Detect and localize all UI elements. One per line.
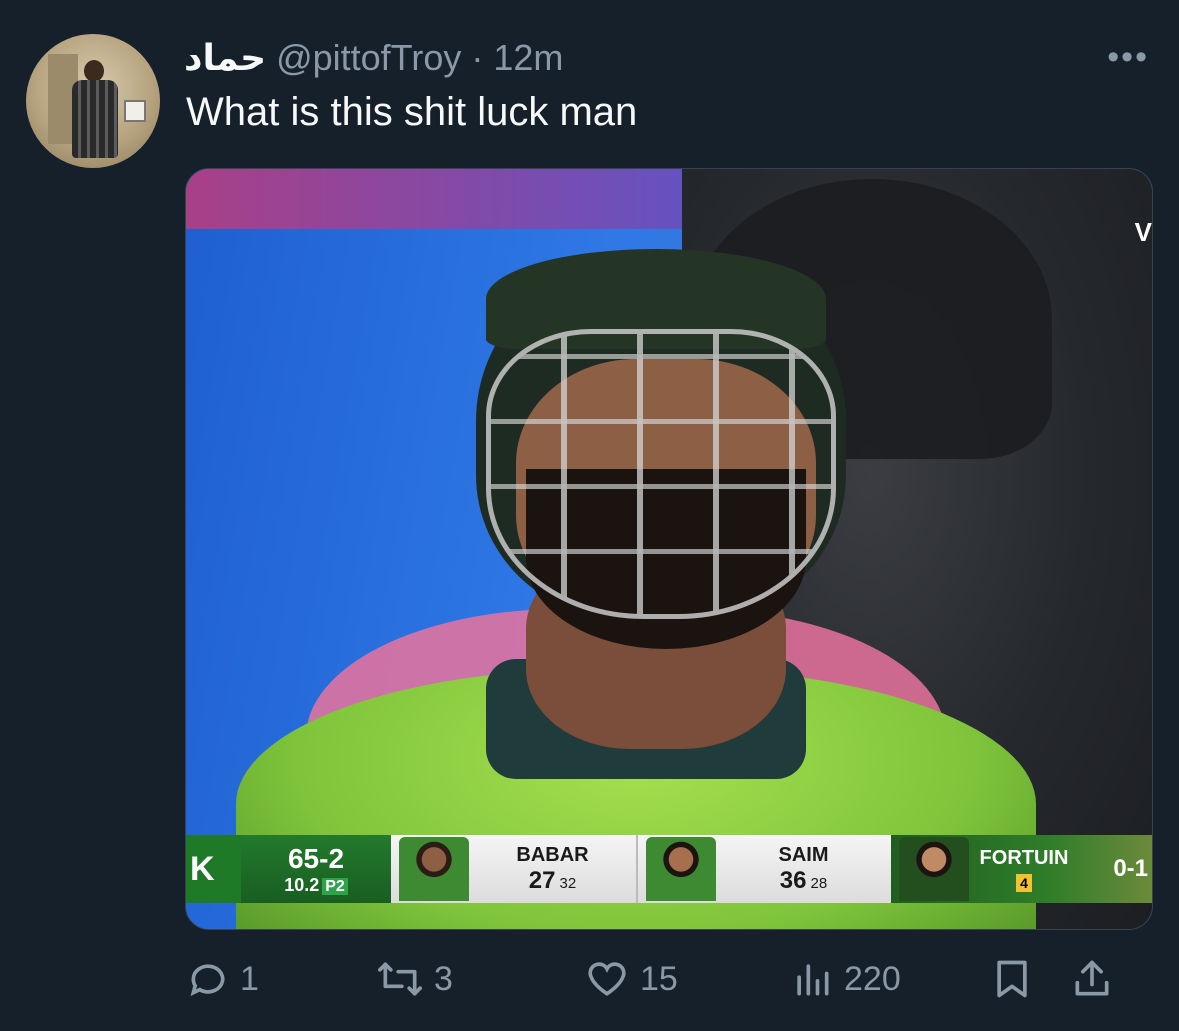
batter-1-stats: 27 32 bbox=[529, 867, 576, 895]
batter-2-balls: 28 bbox=[810, 874, 828, 892]
batter-2-photo bbox=[646, 837, 716, 901]
scoreboard-team-letter: K bbox=[186, 835, 241, 903]
batter-2-name: SAIM bbox=[778, 843, 829, 866]
batter-1-photo bbox=[399, 837, 469, 901]
retweet-count: 3 bbox=[434, 959, 453, 998]
like-button[interactable]: 15 bbox=[584, 957, 790, 1001]
scoreboard-batter-2: SAIM 36 28 bbox=[636, 835, 891, 903]
views-count: 220 bbox=[844, 959, 901, 998]
author-name[interactable]: حماد bbox=[184, 38, 266, 79]
batter-2-stats: 36 28 bbox=[780, 867, 827, 895]
media-corner-text: V bbox=[1134, 217, 1152, 247]
bowler-figures: 4 bbox=[1016, 873, 1032, 892]
tweet-media-image[interactable]: V K 65-2 10.2 P2 BABAR 27 32 SAIM 36 28 FOR… bbox=[185, 168, 1153, 930]
tweet-header: حماد @pittofTroy · 12m bbox=[184, 36, 563, 80]
scoreboard-batter-1: BABAR 27 32 bbox=[391, 835, 636, 903]
retweet-button[interactable]: 3 bbox=[376, 957, 584, 1001]
share-icon bbox=[1070, 956, 1114, 1002]
media-helmet-grill bbox=[486, 329, 836, 619]
bowler-info: FORTUIN 4 bbox=[969, 847, 1079, 892]
views-icon bbox=[790, 957, 834, 1001]
scoreboard-overs-line: 10.2 P2 bbox=[284, 875, 348, 896]
reply-count: 1 bbox=[240, 959, 259, 998]
retweet-icon bbox=[376, 957, 424, 1001]
author-handle[interactable]: @pittofTroy bbox=[276, 37, 461, 79]
tweet-timestamp[interactable]: 12m bbox=[493, 37, 563, 79]
scoreboard: K 65-2 10.2 P2 BABAR 27 32 SAIM 36 28 FORTU… bbox=[186, 835, 1152, 903]
bookmark-button[interactable] bbox=[990, 956, 1070, 1002]
avatar-body bbox=[72, 80, 118, 158]
batter-2-info: SAIM 36 28 bbox=[716, 844, 891, 895]
tweet-actions: 1 3 15 220 bbox=[186, 952, 1146, 1006]
heart-icon bbox=[584, 957, 630, 1001]
bowler-photo bbox=[899, 837, 969, 901]
views-button[interactable]: 220 bbox=[790, 957, 990, 1001]
reply-button[interactable]: 1 bbox=[186, 957, 376, 1001]
batter-1-info: BABAR 27 32 bbox=[469, 844, 636, 895]
avatar-head bbox=[84, 60, 104, 82]
avatar-sign bbox=[124, 100, 146, 122]
bowler-name: FORTUIN bbox=[979, 846, 1069, 869]
more-options-icon[interactable]: ••• bbox=[1107, 38, 1149, 77]
scoreboard-bowler: FORTUIN 4 0-1 bbox=[891, 835, 1152, 903]
separator-dot: · bbox=[471, 37, 484, 78]
bookmark-icon bbox=[990, 956, 1034, 1002]
batter-1-name: BABAR bbox=[516, 843, 589, 866]
batter-1-runs: 27 bbox=[528, 866, 556, 894]
bowler-result: 0-1 bbox=[1113, 855, 1148, 882]
share-button[interactable] bbox=[1070, 956, 1114, 1002]
reply-icon bbox=[186, 957, 230, 1001]
tweet-text: What is this shit luck man bbox=[186, 90, 638, 134]
batter-1-balls: 32 bbox=[559, 874, 577, 892]
scoreboard-score: 65-2 bbox=[287, 842, 345, 874]
author-avatar[interactable] bbox=[26, 34, 160, 168]
like-count: 15 bbox=[640, 959, 678, 998]
scoreboard-overs: 10.2 bbox=[284, 874, 320, 895]
batter-2-runs: 36 bbox=[779, 866, 807, 894]
scoreboard-phase: P2 bbox=[322, 877, 348, 895]
scoreboard-score-panel: 65-2 10.2 P2 bbox=[241, 835, 391, 903]
